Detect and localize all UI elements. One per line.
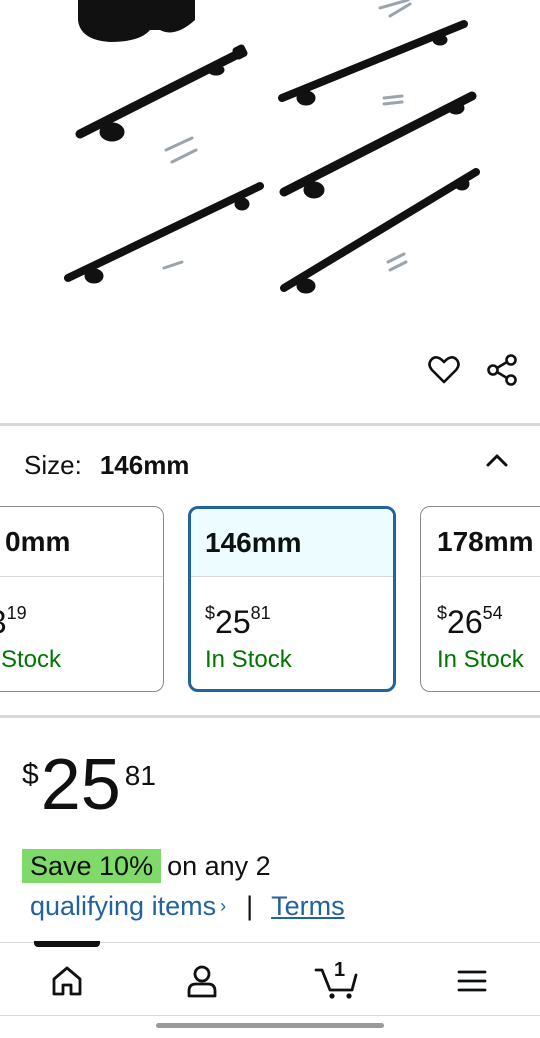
chevron-up-icon[interactable] (482, 446, 512, 476)
heart-icon[interactable] (426, 350, 462, 390)
system-home-indicator[interactable] (156, 1023, 384, 1028)
size-option-card-selected[interactable]: 146mm $2581 In Stock (188, 506, 396, 692)
price-symbol: $ (437, 603, 448, 623)
price-cents: 19 (6, 603, 27, 623)
menu-icon (457, 970, 487, 992)
share-icon[interactable] (484, 350, 520, 390)
product-image[interactable] (0, 0, 540, 340)
promo-text: on any 2 (167, 851, 271, 881)
size-option-card[interactable]: 178mm $2654 In Stock (420, 506, 540, 692)
selected-size: 146mm (99, 449, 190, 480)
bottom-navigation: 1 (0, 941, 540, 1016)
price-cents: 54 (482, 603, 503, 623)
promotion-links: qualifying items › | Terms (30, 886, 345, 926)
size-option-price: $2654 (421, 595, 540, 640)
size-label: Size: (24, 449, 82, 480)
size-option-price: 2319 (0, 595, 163, 640)
price-whole: 23 (0, 604, 7, 640)
price-whole: 25 (40, 745, 121, 825)
price-cents: 81 (250, 603, 271, 623)
size-option-label: 178mm (421, 507, 540, 577)
promo-badge: Save 10% (22, 849, 162, 883)
cabinet-pulls-image (64, 0, 480, 294)
person-icon (187, 965, 217, 998)
size-option-label: 0mm (0, 507, 163, 577)
stock-status: In Stock (205, 646, 292, 673)
nav-account[interactable] (178, 957, 226, 1005)
price-whole: 26 (447, 604, 483, 640)
qualifying-items-link[interactable]: qualifying items (30, 886, 216, 926)
size-option-price: $2581 (191, 595, 393, 640)
stock-status: In Stock (437, 646, 524, 673)
size-option-label: 146mm (191, 509, 393, 577)
active-tab-indicator (34, 941, 100, 947)
promotion: Save 10% on any 2 (22, 846, 520, 886)
price-whole: 25 (215, 604, 251, 640)
price-cents: 81 (124, 760, 156, 791)
product-actions (426, 350, 520, 390)
chevron-right-icon: › (220, 896, 227, 916)
section-divider (0, 423, 540, 426)
nav-cart[interactable]: 1 (312, 957, 360, 1005)
size-options: 0mm 2319 Stock 146mm $2581 In Stock 178m… (0, 506, 540, 694)
price-symbol: $ (22, 758, 39, 791)
nav-home[interactable] (43, 957, 91, 1005)
nav-menu[interactable] (448, 957, 496, 1005)
section-divider (0, 715, 540, 718)
price-symbol: $ (205, 603, 216, 623)
size-selector-header[interactable]: Size: 146mm (24, 440, 516, 490)
cart-count: 1 (334, 959, 346, 981)
separator: | (246, 891, 254, 921)
stock-status: Stock (1, 646, 62, 673)
product-price: $ 25 81 (22, 744, 156, 826)
size-option-card[interactable]: 0mm 2319 Stock (0, 506, 164, 692)
terms-link[interactable]: Terms (271, 886, 345, 926)
home-icon (52, 966, 82, 996)
